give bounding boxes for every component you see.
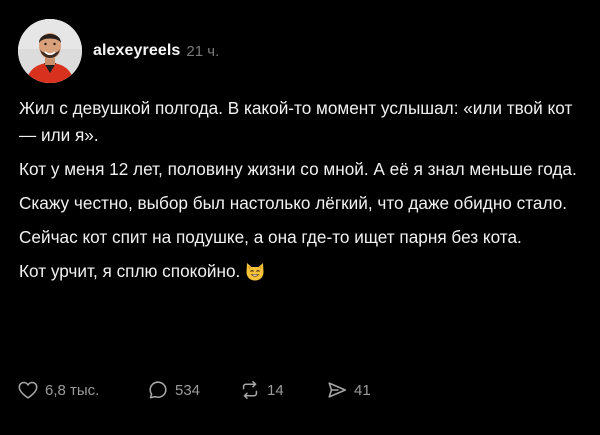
post-paragraph: Кот у меня 12 лет, половину жизни со мно…	[19, 159, 577, 179]
comment-button[interactable]: 534	[147, 379, 239, 401]
like-count: 6,8 тыс.	[45, 381, 100, 399]
post-actions: 6,8 тыс. 534 14 41	[17, 378, 371, 402]
post-time: 21 ч.	[186, 42, 220, 60]
post-paragraph: Скажу честно, выбор был настолько лёгкий…	[19, 193, 568, 213]
repost-icon	[242, 380, 258, 400]
thread-post: alexeyreels 21 ч. Жил с девушкой полгода…	[0, 0, 600, 435]
post-paragraph: Жил с девушкой полгода. В какой-то момен…	[19, 98, 573, 145]
share-count: 41	[354, 381, 371, 399]
post-paragraph-last: Кот урчит, я сплю спокойно.	[19, 258, 585, 290]
like-button[interactable]: 6,8 тыс.	[17, 379, 147, 401]
heart-icon	[18, 381, 38, 399]
avatar-image	[18, 19, 82, 83]
comment-icon	[149, 381, 167, 399]
post-last-line: Кот урчит, я сплю спокойно.	[19, 261, 241, 281]
repost-count: 14	[267, 381, 284, 399]
avatar[interactable]	[18, 19, 82, 83]
author-username[interactable]: alexeyreels	[93, 42, 180, 60]
post-body: Жил с девушкой полгода. В какой-то момен…	[19, 95, 585, 297]
comment-count: 534	[175, 381, 201, 399]
share-button[interactable]: 41	[326, 379, 371, 401]
post-header: alexeyreels 21 ч.	[18, 19, 219, 83]
smiling-cat-emoji-icon	[244, 260, 266, 290]
post-paragraph: Сейчас кот спит на подушке, а она где-то…	[19, 227, 522, 247]
repost-button[interactable]: 14	[239, 379, 326, 401]
send-icon	[328, 382, 347, 398]
